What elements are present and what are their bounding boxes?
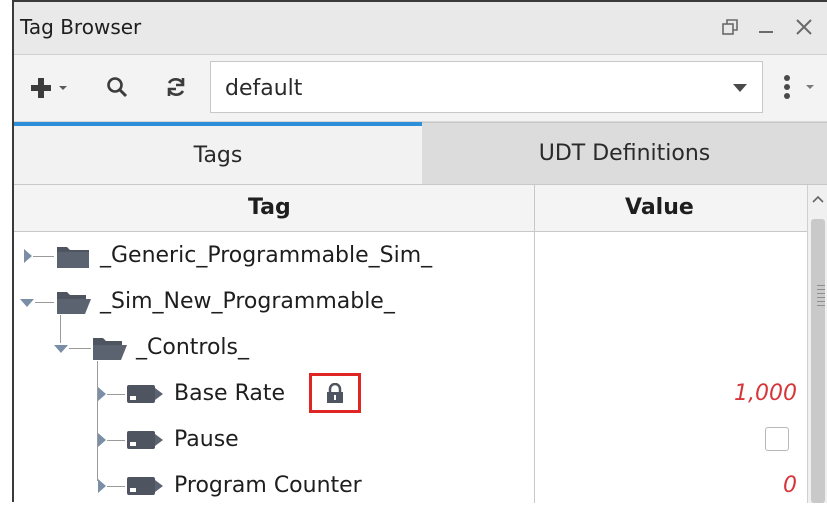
minimize-icon <box>759 31 773 33</box>
plus-icon <box>31 78 51 98</box>
lock-icon <box>327 383 343 403</box>
minimize-window-button[interactable] <box>752 10 780 44</box>
restore-icon <box>722 19 738 35</box>
tag-name: Base Rate <box>174 381 286 406</box>
scrollbar-grip <box>817 293 825 294</box>
tag-name: Program Counter <box>174 473 362 498</box>
window-title: Tag Browser <box>20 15 142 39</box>
tree-connector <box>33 256 54 257</box>
tree-connector <box>107 394 125 395</box>
scroll-up-arrow-icon[interactable] <box>808 189 827 209</box>
tag-name: _Controls_ <box>136 335 249 360</box>
caret-down-icon <box>59 86 67 90</box>
scrollbar-grip <box>817 297 825 298</box>
chevron-down-icon <box>733 84 747 92</box>
title-bar: Tag Browser <box>14 2 827 55</box>
tag-name: _Generic_Programmable_Sim_ <box>100 243 433 268</box>
options-menu-button[interactable] <box>776 69 822 105</box>
expand-arrow-icon[interactable] <box>98 387 106 401</box>
vertical-scrollbar[interactable] <box>807 185 827 503</box>
scrollbar-grip <box>817 285 825 286</box>
refresh-icon <box>167 78 185 96</box>
tag-name: _Sim_New_Programmable_ <box>100 289 395 314</box>
collapse-arrow-icon[interactable] <box>20 299 34 307</box>
table-row[interactable]: Program Counter 0 <box>14 463 807 509</box>
tag-value[interactable]: 0 <box>783 473 797 498</box>
scrollbar-grip <box>817 305 825 306</box>
tab-udt-definitions[interactable]: UDT Definitions <box>422 122 827 184</box>
table-row[interactable]: _Controls_ <box>14 325 807 371</box>
tree-connector <box>35 302 54 303</box>
folder-open-icon <box>57 292 91 314</box>
add-tag-button[interactable] <box>22 73 76 103</box>
search-button[interactable] <box>102 71 132 103</box>
tab-strip: Tags UDT Definitions <box>14 122 827 184</box>
tab-tags[interactable]: Tags <box>14 122 422 184</box>
tree-connector <box>107 486 125 487</box>
column-header-value[interactable]: Value <box>625 195 694 220</box>
tag-browser-toolbar: default <box>14 55 827 122</box>
collapse-arrow-icon[interactable] <box>54 345 68 353</box>
caret-down-icon <box>806 85 814 89</box>
highlighted-lock-indicator <box>309 373 361 413</box>
expand-arrow-icon[interactable] <box>98 479 106 493</box>
scrollbar-grip <box>817 289 825 290</box>
memory-tag-icon <box>127 431 163 449</box>
table-header: Tag Value <box>14 185 807 232</box>
memory-tag-icon <box>127 477 163 495</box>
scrollbar-thumb[interactable] <box>811 219 825 503</box>
column-header-tag[interactable]: Tag <box>248 195 291 220</box>
tag-browser-panel: Tag Browser default Tags UDT Definitions… <box>0 0 827 503</box>
tree-connector <box>69 348 91 349</box>
table-row[interactable]: Pause <box>14 417 807 463</box>
folder-closed-icon <box>57 247 89 268</box>
tag-provider-value: default <box>225 76 303 101</box>
restore-window-button[interactable] <box>716 10 744 44</box>
expand-arrow-icon[interactable] <box>24 249 32 263</box>
close-window-button[interactable] <box>790 10 818 44</box>
tag-provider-dropdown[interactable]: default <box>210 61 763 113</box>
table-row[interactable]: _Sim_New_Programmable_ <box>14 279 807 325</box>
tree-connector <box>107 440 125 441</box>
table-row[interactable]: Base Rate 1,000 <box>14 371 807 417</box>
vertical-ellipsis-icon <box>784 75 790 99</box>
folder-open-icon <box>93 338 127 360</box>
expand-arrow-icon[interactable] <box>98 433 106 447</box>
tag-value[interactable]: 1,000 <box>734 381 797 406</box>
tag-tree-table: Tag Value _Generic_Programmable_Sim_ _Si… <box>14 184 827 503</box>
table-row[interactable]: _Generic_Programmable_Sim_ <box>14 233 807 279</box>
scrollbar-grip <box>817 301 825 302</box>
tag-name: Pause <box>174 427 239 452</box>
close-icon <box>796 19 812 35</box>
refresh-button[interactable] <box>160 71 192 103</box>
search-icon <box>107 77 128 98</box>
boolean-value-checkbox[interactable] <box>765 427 789 451</box>
memory-tag-icon <box>127 385 163 403</box>
